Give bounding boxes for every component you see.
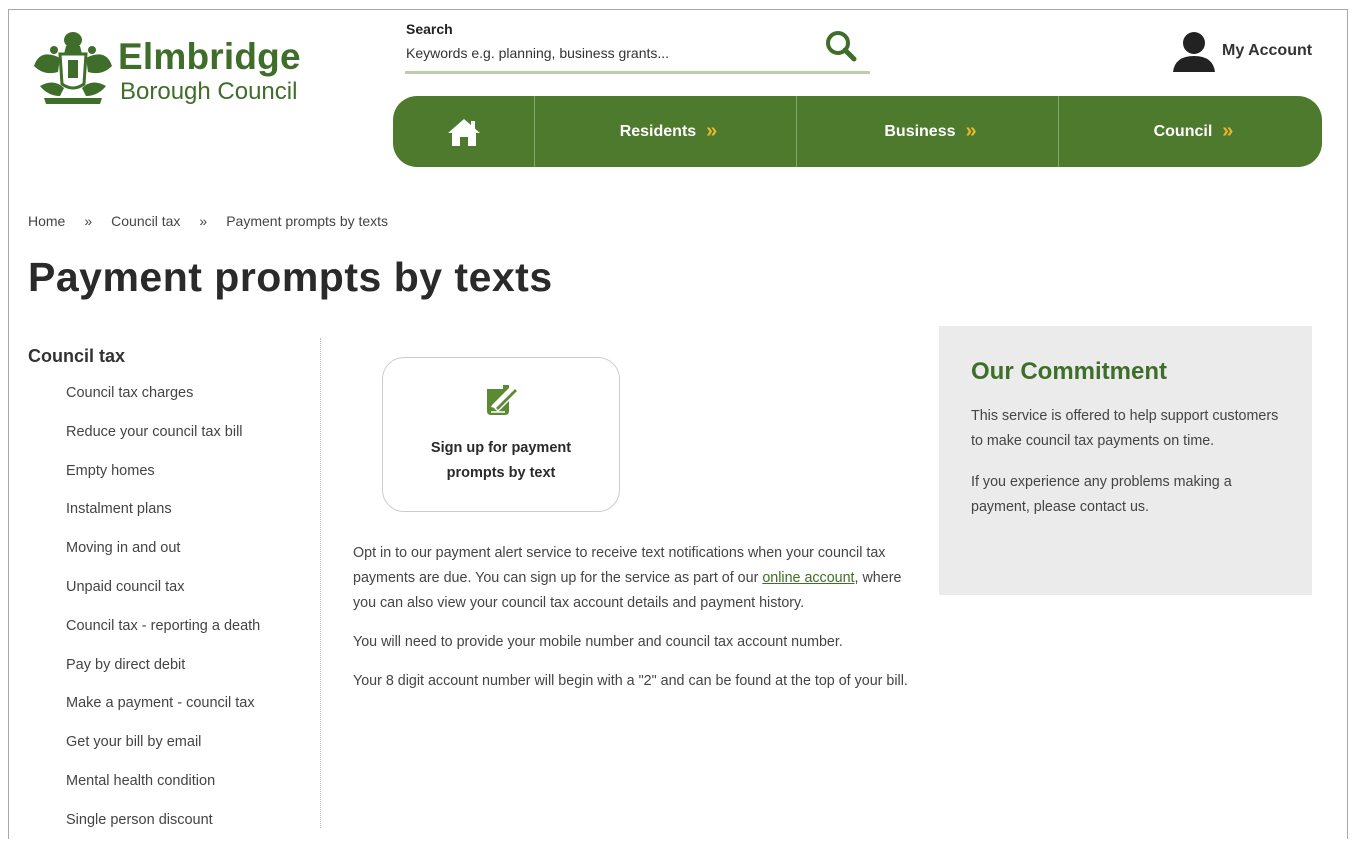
sidebar-item[interactable]: Reduce your council tax bill	[66, 424, 260, 463]
sidebar-item[interactable]: Get your bill by email	[66, 734, 260, 773]
sign-up-card[interactable]: Sign up for payment prompts by text	[382, 357, 620, 512]
commitment-body: This service is offered to help support …	[971, 404, 1289, 536]
edit-document-icon	[487, 385, 520, 415]
user-icon	[1173, 32, 1215, 72]
sidebar-item[interactable]: Instalment plans	[66, 501, 260, 540]
page-title: Payment prompts by texts	[28, 254, 553, 300]
nav-residents-label: Residents	[619, 122, 697, 140]
sidebar-item[interactable]: Unpaid council tax	[66, 579, 260, 618]
sidebar-item[interactable]: Single person discount	[66, 812, 260, 851]
sidebar-item[interactable]: Moving in and out	[66, 540, 260, 579]
sidebar-item[interactable]: Pay by direct debit	[66, 657, 260, 696]
content-paragraph: You will need to provide your mobile num…	[353, 634, 843, 650]
content-paragraph: Your 8 digit account number will begin w…	[353, 673, 908, 689]
commitment-paragraph: If you experience any problems making a …	[971, 474, 1232, 515]
breadcrumb-current: Payment prompts by texts	[226, 213, 389, 229]
nav-council-label: Council	[1153, 122, 1213, 140]
home-icon	[447, 118, 480, 146]
council-crest-icon	[34, 32, 112, 104]
council-logo[interactable]: Elmbridge Borough Council	[30, 24, 330, 119]
search-input[interactable]	[406, 40, 811, 66]
my-account-link[interactable]: My Account	[1170, 30, 1330, 72]
commitment-panel: Our Commitment This service is offered t…	[939, 326, 1312, 595]
breadcrumb: Home » Council tax » Payment prompts by …	[28, 213, 388, 229]
chevron-right-icon: »	[706, 120, 717, 142]
commitment-paragraph: This service is offered to help support …	[971, 408, 1279, 449]
nav-home[interactable]	[393, 96, 535, 167]
logo-name: Elmbridge	[118, 36, 301, 77]
my-account-label: My Account	[1222, 42, 1313, 59]
breadcrumb-separator: »	[84, 213, 93, 229]
chevron-right-icon: »	[1222, 120, 1233, 142]
sidebar-divider	[320, 338, 321, 828]
main-nav: Residents » Business » Council »	[393, 96, 1322, 167]
content-paragraph: Opt in to our payment alert service to r…	[353, 541, 928, 616]
sidebar-item[interactable]: Council tax charges	[66, 385, 260, 424]
sidebar-item[interactable]: Make a payment - council tax	[66, 695, 260, 734]
search-label: Search	[406, 21, 453, 37]
chevron-right-icon: »	[965, 120, 977, 142]
breadcrumb-separator: »	[199, 213, 208, 229]
nav-residents[interactable]: Residents »	[535, 96, 797, 167]
main-content: Opt in to our payment alert service to r…	[353, 541, 928, 708]
sign-up-card-label: Sign up for payment prompts by text	[430, 440, 572, 481]
commitment-title: Our Commitment	[971, 358, 1168, 385]
sidebar-title[interactable]: Council tax	[28, 346, 125, 367]
nav-business[interactable]: Business »	[797, 96, 1059, 167]
breadcrumb-home[interactable]: Home	[28, 213, 65, 229]
nav-business-label: Business	[884, 122, 956, 140]
search-icon[interactable]	[823, 28, 859, 64]
search-underline	[405, 71, 870, 74]
sidebar-item[interactable]: Council tax - reporting a death	[66, 618, 260, 657]
online-account-link[interactable]: online account	[762, 570, 854, 586]
sidebar-item[interactable]: Empty homes	[66, 463, 260, 502]
breadcrumb-council-tax[interactable]: Council tax	[111, 213, 180, 229]
sidebar-item[interactable]: Mental health condition	[66, 773, 260, 812]
logo-subtitle: Borough Council	[120, 78, 298, 105]
nav-council[interactable]: Council »	[1059, 96, 1322, 167]
sidebar-list: Council tax charges Reduce your council …	[66, 385, 260, 851]
search-area: Search	[397, 20, 871, 78]
